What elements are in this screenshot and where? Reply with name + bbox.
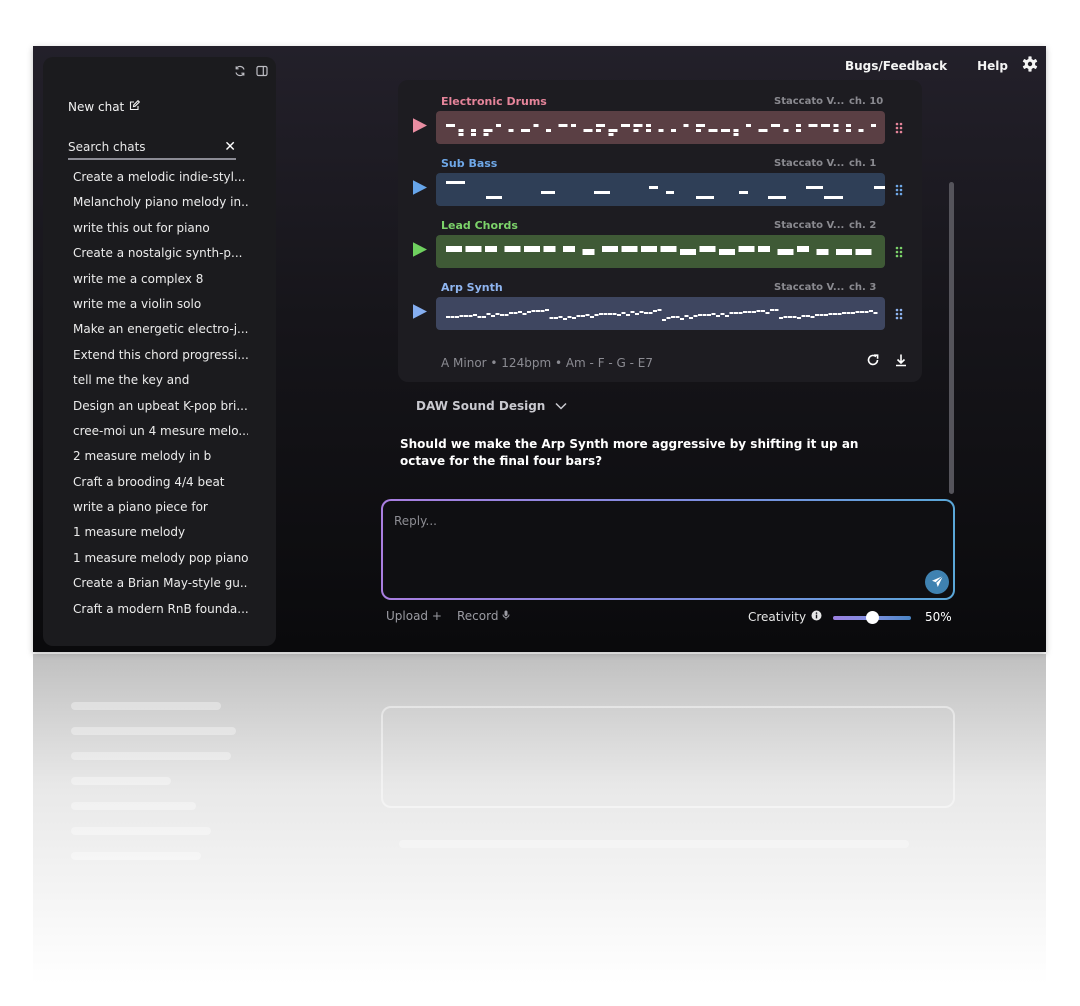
chat-item[interactable]: Craft a brooding 4/4 beat [73, 470, 248, 495]
new-chat-button[interactable]: New chat [68, 99, 141, 114]
track-lane[interactable] [436, 297, 885, 330]
microphone-icon [502, 609, 510, 623]
drag-handle-icon[interactable] [895, 181, 903, 200]
regenerate-icon[interactable] [866, 352, 880, 371]
track-instrument[interactable]: Staccato V... [774, 158, 844, 169]
chat-item[interactable]: write a piano piece for [73, 495, 248, 520]
track-row: Lead Chords Staccato V... ch. 2 [398, 213, 922, 275]
track-row: Electronic Drums Staccato V... ch. 10 [398, 89, 922, 151]
track-channel: ch. 10 [849, 96, 884, 107]
creativity-slider-knob[interactable] [866, 611, 879, 624]
track-instrument[interactable]: Staccato V... [774, 96, 844, 107]
sidebar-toolbar [234, 65, 268, 77]
chat-item[interactable]: write me a violin solo [73, 292, 248, 317]
track-channel: ch. 2 [849, 220, 877, 231]
track-instrument[interactable]: Staccato V... [774, 282, 844, 293]
send-button[interactable] [925, 570, 949, 594]
reflection-line [71, 752, 231, 760]
chat-item[interactable]: Make an energetic electro-j... [73, 317, 248, 342]
gear-icon[interactable] [1022, 56, 1038, 76]
reflection-line [71, 802, 196, 810]
creativity-label: Creativity [748, 610, 807, 624]
chat-history-list: Create a melodic indie-styl... Melancholy… [73, 165, 248, 622]
reflection-line [71, 777, 171, 785]
drag-handle-icon[interactable] [895, 243, 903, 262]
track-row: Arp Synth Staccato V... ch. 3 [398, 275, 922, 337]
chat-item[interactable]: Create a melodic indie-styl... [73, 165, 248, 190]
drag-handle-icon[interactable] [895, 305, 903, 324]
search-input[interactable] [68, 140, 218, 154]
top-nav: Bugs/Feedback Help [845, 56, 1038, 76]
reflection-line [71, 852, 201, 860]
tracks-card: Electronic Drums Staccato V... ch. 10 Su… [398, 80, 922, 382]
upload-button[interactable]: Upload + [386, 609, 442, 623]
chat-item[interactable]: Melancholy piano melody in... [73, 190, 248, 215]
song-meta: A Minor • 124bpm • Am - F - G - E7 [441, 356, 654, 370]
daw-label: DAW Sound Design [416, 399, 546, 413]
search-chats: ✕ [68, 136, 236, 160]
composer-toolbar: Upload + Record Creativity 50% [386, 607, 952, 627]
chat-item[interactable]: tell me the key and [73, 368, 248, 393]
chevron-down-icon [555, 399, 567, 413]
scrollbar[interactable] [949, 182, 954, 494]
record-button[interactable]: Record [457, 609, 510, 623]
refresh-icon[interactable] [234, 65, 246, 77]
send-icon [931, 573, 944, 592]
play-icon[interactable] [412, 179, 428, 200]
track-row: Sub Bass Staccato V... ch. 1 [398, 151, 922, 213]
download-icon[interactable] [894, 352, 908, 371]
creativity-slider[interactable] [833, 611, 911, 624]
track-lane[interactable] [436, 235, 885, 268]
bugs-feedback-link[interactable]: Bugs/Feedback [845, 59, 947, 73]
track-lane[interactable] [436, 111, 885, 144]
track-lane[interactable] [436, 173, 885, 206]
chat-item[interactable]: Create a nostalgic synth-p... [73, 241, 248, 266]
track-channel: ch. 3 [849, 282, 877, 293]
close-icon[interactable]: ✕ [224, 139, 236, 155]
reply-input[interactable] [392, 512, 916, 586]
info-icon[interactable] [811, 610, 822, 624]
chat-item[interactable]: cree-moi un 4 mesure melo... [73, 419, 248, 444]
track-name: Sub Bass [441, 157, 498, 170]
drag-handle-icon[interactable] [895, 119, 903, 138]
track-name: Electronic Drums [441, 95, 547, 108]
window-reflection [33, 654, 1046, 984]
chat-item[interactable]: 1 measure melody [73, 520, 248, 545]
new-chat-label: New chat [68, 100, 125, 114]
panel-toggle-icon[interactable] [256, 65, 268, 77]
reply-inner [383, 501, 953, 598]
chat-item[interactable]: write me a complex 8 [73, 267, 248, 292]
chat-item[interactable]: 1 measure melody pop piano [73, 546, 248, 571]
assistant-question: Should we make the Arp Synth more aggres… [400, 437, 859, 468]
track-name: Lead Chords [441, 219, 518, 232]
help-link[interactable]: Help [977, 59, 1008, 73]
chat-item[interactable]: Create a Brian May-style gu... [73, 571, 248, 596]
chat-item[interactable]: Craft a modern RnB founda... [73, 597, 248, 622]
track-name: Arp Synth [441, 281, 503, 294]
card-actions [866, 352, 908, 371]
chat-item[interactable]: Design an upbeat K-pop bri... [73, 394, 248, 419]
play-icon[interactable] [412, 303, 428, 324]
record-label: Record [457, 609, 499, 623]
edit-icon [129, 99, 141, 114]
sidebar: New chat ✕ Create a melodic indie-styl..… [43, 57, 276, 646]
chat-item[interactable]: 2 measure melody in b [73, 444, 248, 469]
reflection-line [71, 827, 211, 835]
reflection-line [71, 727, 236, 735]
play-icon[interactable] [412, 117, 428, 138]
reflection-line [399, 840, 909, 848]
daw-sound-design-dropdown[interactable]: DAW Sound Design [416, 399, 567, 413]
reflection-line [71, 702, 221, 710]
track-channel: ch. 1 [849, 158, 877, 169]
track-instrument[interactable]: Staccato V... [774, 220, 844, 231]
reply-box [381, 499, 955, 600]
creativity-value: 50% [925, 610, 952, 624]
app-window: New chat ✕ Create a melodic indie-styl..… [33, 46, 1046, 652]
chat-item[interactable]: Extend this chord progressi... [73, 343, 248, 368]
play-icon[interactable] [412, 241, 428, 262]
reflection-reply-box [381, 706, 955, 808]
chat-item[interactable]: write this out for piano [73, 216, 248, 241]
